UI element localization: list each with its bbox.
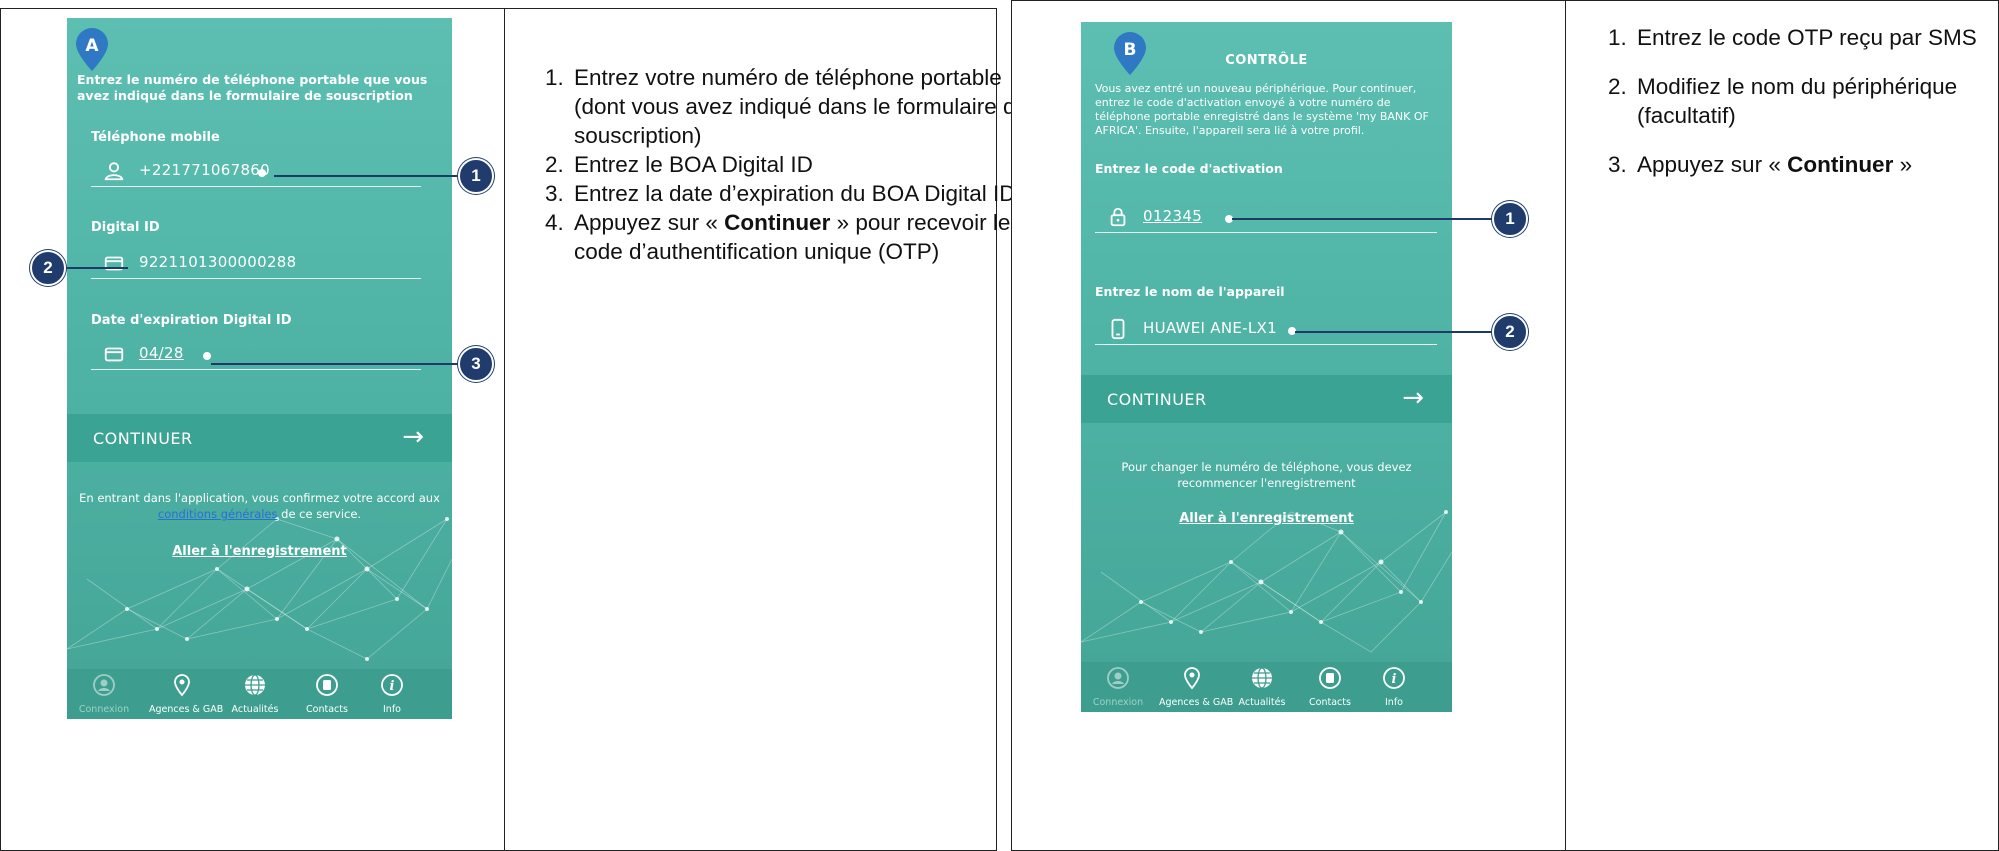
callout-line-2 [1295, 331, 1510, 333]
network-mesh-decoration [67, 517, 452, 661]
expiry-label: Date d'expiration Digital ID [91, 313, 292, 328]
instruction-step: Appuyez sur « Continuer » [1633, 150, 1999, 179]
map-pin-icon [174, 674, 190, 697]
arrow-right-icon: → [1402, 383, 1424, 413]
phone-field[interactable]: +221771067860 [91, 158, 421, 187]
phone-value: +221771067860 [139, 161, 270, 179]
activation-code-label: Entrez le code d'activation [1095, 161, 1283, 176]
continue-label: CONTINUER [1107, 390, 1207, 409]
instruction-step: Appuyez sur « Continuer » pour recevoir … [570, 208, 1030, 266]
instruction-step: Entrez la date d’expiration du BOA Digit… [570, 179, 1030, 208]
info-icon: i [1383, 667, 1405, 689]
user-circle-icon [1107, 667, 1129, 689]
tab-actualites[interactable]: Actualités [222, 673, 288, 715]
arrow-right-icon: → [402, 422, 424, 452]
card-icon [104, 256, 124, 271]
instruction-step: Entrez votre numéro de téléphone portabl… [570, 63, 1030, 150]
tab-connexion[interactable]: Connexion [71, 673, 137, 715]
terms-link[interactable]: conditions générales [158, 507, 278, 521]
callout-badge-3: 3 [458, 346, 494, 382]
bottom-tab-bar: Connexion Agences & GAB Actualités Conta… [1081, 662, 1452, 712]
left-instructions: Entrez votre numéro de téléphone portabl… [522, 63, 1030, 266]
instruction-step: Modifiez le nom du périphérique (faculta… [1633, 72, 1999, 130]
expiry-field[interactable]: 04/28 [91, 341, 421, 370]
control-phone-screen: B CONTRÔLE Vous avez entré un nouveau pé… [1081, 22, 1452, 712]
callout-badge-1: 1 [1492, 201, 1528, 237]
login-intro-text: Entrez le numéro de téléphone portable q… [77, 72, 428, 103]
svg-text:i: i [390, 679, 395, 694]
step-a-marker: A [73, 28, 111, 72]
continue-button[interactable]: CONTINUER → [1081, 375, 1452, 423]
tab-info[interactable]: i Info [359, 673, 425, 715]
callout-badge-2: 2 [1492, 314, 1528, 350]
tab-contacts[interactable]: Contacts [294, 673, 360, 715]
user-icon [104, 162, 124, 181]
tab-info[interactable]: i Info [1361, 666, 1427, 708]
right-panel-divider [1565, 1, 1566, 850]
device-name-value: HUAWEI ANE-LX1 [1143, 319, 1277, 337]
tab-connexion[interactable]: Connexion [1085, 666, 1151, 708]
user-circle-icon [93, 674, 115, 696]
digital-id-label: Digital ID [91, 220, 160, 235]
control-title: CONTRÔLE [1225, 53, 1308, 68]
callout-line-3 [211, 363, 475, 365]
map-pin-icon [1184, 667, 1200, 690]
lock-icon [1110, 207, 1126, 227]
digital-id-value: 9221101300000288 [139, 253, 297, 271]
register-link[interactable]: Aller à l'enregistrement [77, 544, 442, 560]
globe-icon [1252, 667, 1272, 689]
tab-agences[interactable]: Agences & GAB [149, 673, 223, 715]
terms-text: En entrant dans l'application, vous conf… [79, 491, 440, 521]
callout-line-1 [274, 175, 476, 177]
expiry-value: 04/28 [139, 344, 184, 362]
contact-book-icon [316, 674, 338, 696]
tab-contacts[interactable]: Contacts [1297, 666, 1363, 708]
callout-anchor [258, 169, 266, 177]
change-number-note: Pour changer le numéro de téléphone, vou… [1121, 460, 1412, 490]
svg-text:i: i [1392, 672, 1397, 687]
right-instructions: Entrez le code OTP reçu par SMS Modifiez… [1585, 23, 1999, 179]
callout-badge-1: 1 [458, 158, 494, 194]
continue-button[interactable]: CONTINUER → [67, 414, 452, 462]
activation-code-value: 012345 [1143, 207, 1203, 225]
callout-line-1 [1232, 218, 1510, 220]
login-phone-screen: A Entrez le numéro de téléphone portable… [67, 18, 452, 719]
globe-icon [245, 674, 265, 696]
phone-label: Téléphone mobile [91, 130, 220, 145]
right-panel: B CONTRÔLE Vous avez entré un nouveau pé… [1011, 0, 1999, 851]
callout-anchor [203, 352, 211, 360]
device-name-label: Entrez le nom de l'appareil [1095, 284, 1285, 299]
instruction-step: Entrez le BOA Digital ID [570, 150, 1030, 179]
contact-book-icon [1319, 667, 1341, 689]
left-panel: A Entrez le numéro de téléphone portable… [0, 8, 1028, 851]
tab-agences[interactable]: Agences & GAB [1159, 666, 1233, 708]
control-intro-text: Vous avez entré un nouveau périphérique.… [1095, 82, 1429, 137]
left-panel-divider [504, 9, 505, 850]
card-icon [104, 347, 124, 362]
bottom-tab-bar: Connexion Agences & GAB Actualités Conta… [67, 669, 452, 719]
instruction-step: Entrez le code OTP reçu par SMS [1633, 23, 1999, 52]
info-icon: i [381, 674, 403, 696]
digital-id-field[interactable]: 9221101300000288 [91, 250, 421, 279]
tab-actualites[interactable]: Actualités [1229, 666, 1295, 708]
callout-line-2 [66, 267, 128, 269]
continue-label: CONTINUER [93, 429, 193, 448]
callout-badge-2: 2 [30, 250, 66, 286]
phone-device-icon [1111, 318, 1125, 340]
register-link[interactable]: Aller à l'enregistrement [1091, 511, 1442, 527]
